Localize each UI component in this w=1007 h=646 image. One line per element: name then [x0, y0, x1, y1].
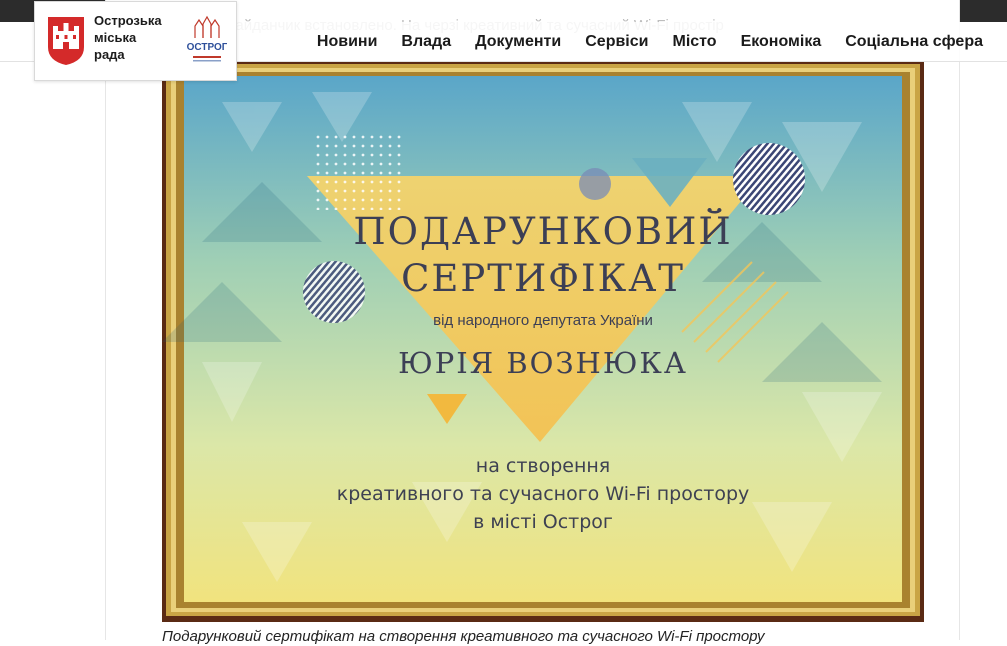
certificate-title-line1: ПОДАРУНКОВИЙ: [353, 210, 733, 253]
certificate-purpose-line2: креативного та сучасного Wi-Fi простору: [336, 483, 750, 505]
certificate-subtitle: від народного депутата України: [433, 312, 653, 329]
nav-item-social[interactable]: Соціальна сфера: [833, 22, 995, 62]
coat-of-arms-icon: [48, 17, 84, 65]
certificate-photo[interactable]: ПОДАРУНКОВИЙ СЕРТИФІКАТ від народного де…: [162, 62, 924, 622]
nav-item-news[interactable]: Новини: [305, 22, 390, 62]
site-logo[interactable]: Острозька міська рада ОСТРОГ: [34, 1, 237, 81]
certificate-title-line2: СЕРТИФІКАТ: [401, 257, 685, 300]
photo-caption: Подарунковий сертифікат на створення кре…: [162, 628, 765, 645]
city-council-name: Острозька міська рада: [94, 13, 162, 62]
nav-item-services[interactable]: Сервіси: [573, 22, 660, 62]
certificate-name: ЮРІЯ ВОЗНЮКА: [398, 346, 688, 380]
certificate-purpose-line3: в місті Острог: [473, 511, 613, 533]
main-nav: Новини Влада Документи Сервіси Місто Еко…: [305, 22, 995, 62]
ostrog-city-logo: ОСТРОГ: [187, 15, 227, 62]
nav-item-economy[interactable]: Економіка: [729, 22, 834, 62]
nav-item-city[interactable]: Місто: [660, 22, 728, 62]
nav-item-documents[interactable]: Документи: [463, 22, 573, 62]
svg-text:ОСТРОГ: ОСТРОГ: [187, 42, 227, 53]
certificate-purpose-line1: на створення: [475, 455, 611, 477]
certificate-image: [162, 62, 924, 622]
nav-item-government[interactable]: Влада: [389, 22, 463, 62]
